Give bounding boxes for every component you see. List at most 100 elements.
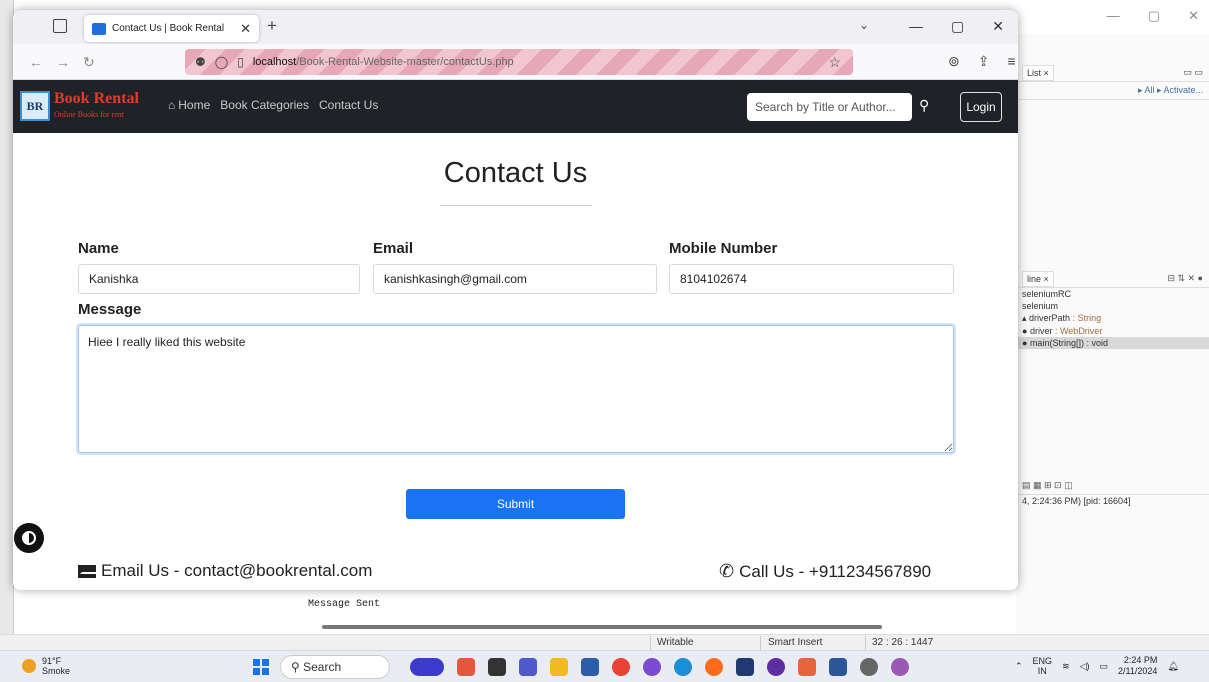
file-explorer-icon[interactable] xyxy=(550,658,568,676)
weather-widget[interactable]: 91°F Smoke xyxy=(22,656,70,676)
app-icon[interactable] xyxy=(860,658,878,676)
region-code: IN xyxy=(1037,666,1047,676)
ide-outline-toolbar-icon[interactable]: ⊟ ⇅ ✕ ● xyxy=(1167,273,1203,284)
clock[interactable]: 2:24 PM 2/11/2024 xyxy=(1118,655,1157,677)
chevron-up-icon[interactable]: ⌃ xyxy=(1015,661,1023,672)
outline-item-type: : WebDriver xyxy=(1054,326,1103,336)
minimize-icon[interactable]: — xyxy=(909,18,923,35)
dark-mode-toggle[interactable] xyxy=(14,523,44,553)
edge-icon[interactable] xyxy=(674,658,692,676)
name-field[interactable] xyxy=(78,264,360,294)
app-icon[interactable] xyxy=(457,658,475,676)
footer-phone[interactable]: ✆ Call Us - +911234567890 xyxy=(719,561,931,582)
ide-status-bar: Writable Smart Insert 32 : 26 : 1447 xyxy=(0,634,1209,650)
outline-item[interactable]: seleniumRC xyxy=(1016,288,1209,300)
nav-contact-link[interactable]: Contact Us xyxy=(319,98,378,112)
app-icon[interactable] xyxy=(891,658,909,676)
app-icon[interactable] xyxy=(643,658,661,676)
console-message-line: Message Sent xyxy=(308,599,381,610)
nav-categories-link[interactable]: Book Categories xyxy=(220,98,309,112)
outline-item-selected[interactable]: ● main(String[]) : void xyxy=(1016,337,1209,349)
tab-title: Contact Us | Book Rental xyxy=(112,23,225,34)
tab-close-icon[interactable]: ✕ xyxy=(240,21,251,37)
share-icon[interactable]: ⇪ xyxy=(978,53,990,70)
ide-right-panel: List × ▭ ▭ ▸ All ▸ Activate... line × ⊟ … xyxy=(1016,34,1209,634)
ide-list-tab[interactable]: List × xyxy=(1022,64,1054,81)
teams-icon[interactable] xyxy=(519,658,537,676)
outline-item[interactable]: selenium xyxy=(1016,300,1209,312)
address-bar[interactable]: ⚉ ◯ ▯ localhost/Book-Rental-Website-mast… xyxy=(185,49,853,75)
reload-icon[interactable]: ↻ xyxy=(83,54,95,71)
nav-home-link[interactable]: ⌂ Home xyxy=(168,98,210,112)
minimize-icon[interactable]: — xyxy=(1107,8,1120,24)
battery-icon[interactable]: ▭ xyxy=(1100,661,1109,672)
brand-name[interactable]: Book Rental xyxy=(54,90,139,108)
url-host: localhost xyxy=(252,56,297,68)
language-indicator[interactable]: ENG IN xyxy=(1033,656,1053,676)
submit-button[interactable]: Submit xyxy=(406,489,625,519)
ide-view-menu-icon[interactable]: ▭ ▭ xyxy=(1183,67,1203,78)
close-icon[interactable]: ✕ xyxy=(1188,8,1199,24)
bookmark-star-icon[interactable]: ☆ xyxy=(828,54,841,71)
shield-icon[interactable]: ◯ xyxy=(215,55,228,69)
login-button[interactable]: Login xyxy=(960,92,1002,122)
ide-list-tabbar: List × ▭ ▭ xyxy=(1016,64,1209,82)
app-icon[interactable] xyxy=(736,658,754,676)
app-icon[interactable] xyxy=(581,658,599,676)
copilot-icon[interactable] xyxy=(410,658,444,676)
wifi-icon[interactable]: ≋ xyxy=(1062,661,1070,672)
tab-list-icon[interactable] xyxy=(53,19,67,33)
close-icon[interactable]: ✕ xyxy=(992,18,1004,35)
envelope-icon xyxy=(78,564,96,578)
taskbar-search[interactable]: ⚲ Search xyxy=(280,655,390,679)
restore-icon[interactable]: ▢ xyxy=(1148,8,1160,24)
windows-start-icon[interactable] xyxy=(253,659,269,675)
ide-outline-tab[interactable]: line × xyxy=(1022,270,1054,287)
back-icon[interactable]: ← xyxy=(29,54,43,70)
language-code: ENG xyxy=(1032,656,1053,666)
clock-date: 2/11/2024 xyxy=(1118,666,1158,676)
console-toolbar-icons[interactable]: ▤ ▦ ⊞ ⊡ ◫ xyxy=(1022,480,1073,491)
menu-icon[interactable]: ≡ xyxy=(1007,53,1015,70)
search-input[interactable] xyxy=(747,93,912,121)
browser-window: Contact Us | Book Rental ✕ + ⌄ — ▢ ✕ ← →… xyxy=(13,10,1018,590)
site-nav-links: ⌂ Home Book Categories Contact Us xyxy=(168,98,378,112)
volume-icon[interactable]: ◁) xyxy=(1080,661,1090,672)
outline-item[interactable]: ▴ driverPath : String xyxy=(1016,312,1209,325)
page-icon[interactable]: ▯ xyxy=(237,55,244,69)
browser-tab[interactable]: Contact Us | Book Rental ✕ xyxy=(84,15,259,42)
eclipse-icon[interactable] xyxy=(767,658,785,676)
favicon-icon xyxy=(92,22,106,35)
new-tab-icon[interactable]: + xyxy=(267,16,277,36)
console-scrollbar[interactable] xyxy=(322,625,882,629)
taskbar-search-label: Search xyxy=(303,660,342,674)
notification-bell-icon[interactable]: 🔔︎ xyxy=(1167,661,1178,672)
outline-item-label: driver xyxy=(1029,326,1053,336)
outline-item-label: driverPath xyxy=(1029,313,1071,323)
chrome-icon[interactable] xyxy=(612,658,630,676)
ide-actions[interactable]: ▸ All ▸ Activate... xyxy=(1138,85,1203,96)
app-icon[interactable] xyxy=(488,658,506,676)
brand-tagline: Online Books for rent xyxy=(54,110,124,119)
word-icon[interactable] xyxy=(829,658,847,676)
search-icon[interactable]: ⚲ xyxy=(919,97,929,114)
message-label: Message xyxy=(78,301,142,318)
outline-item[interactable]: ● driver : WebDriver xyxy=(1016,325,1209,337)
remote-control-icon[interactable]: ⚉ xyxy=(195,55,206,69)
forward-icon[interactable]: → xyxy=(56,54,70,70)
maximize-icon[interactable]: ▢ xyxy=(951,18,964,35)
outline-item-label: main(String[]) : void xyxy=(1029,338,1108,348)
url-path: /Book-Rental-Website-master/contactUs.ph… xyxy=(296,56,514,68)
mobile-field[interactable] xyxy=(669,264,954,294)
pocket-icon[interactable]: ⊚ xyxy=(948,53,960,70)
firefox-icon[interactable] xyxy=(705,658,723,676)
xampp-icon[interactable] xyxy=(798,658,816,676)
message-textarea[interactable]: Hiee I really liked this website xyxy=(78,325,954,453)
status-writable: Writable xyxy=(657,637,694,648)
windows-taskbar: 91°F Smoke ⚲ Search ⌃ ENG IN ≋ ◁) ▭ 2:24… xyxy=(0,650,1209,682)
footer-email[interactable]: Email Us - contact@bookrental.com xyxy=(78,561,372,581)
email-field[interactable] xyxy=(373,264,657,294)
brand-logo[interactable]: BR xyxy=(20,91,50,121)
footer-phone-text: Call Us - +911234567890 xyxy=(739,561,932,581)
chevron-down-icon[interactable]: ⌄ xyxy=(859,18,869,32)
